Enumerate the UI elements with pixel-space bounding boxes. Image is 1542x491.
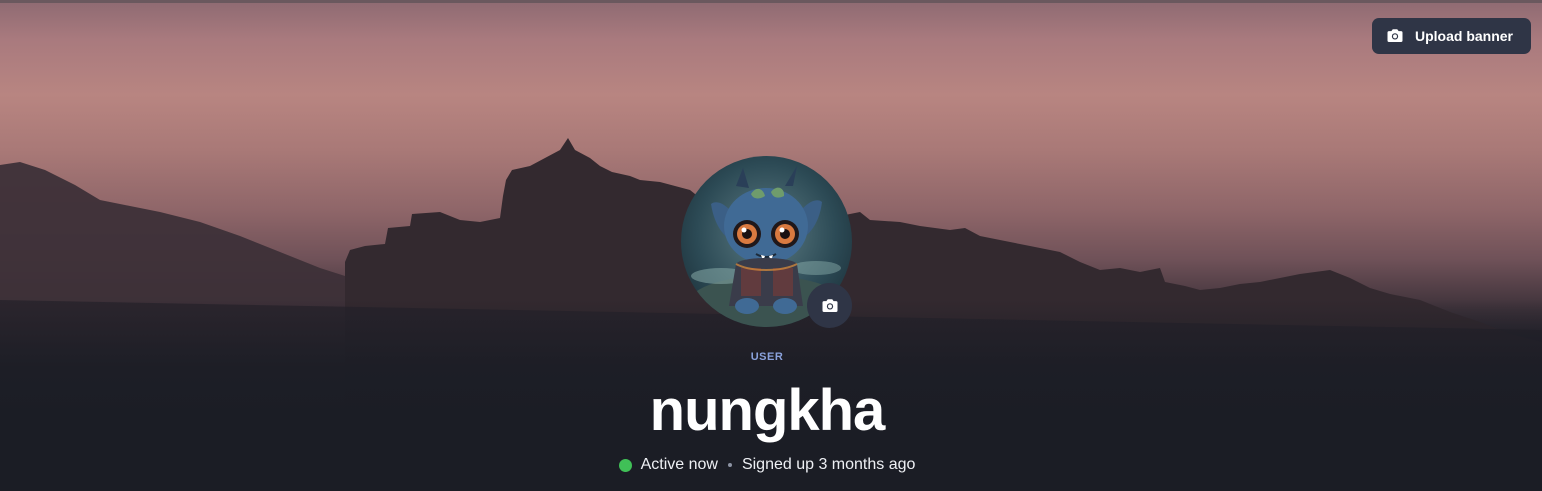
separator-dot: [727, 463, 732, 467]
camera-icon: [1386, 27, 1404, 45]
role-label: USER: [750, 351, 784, 363]
signup-date: Signed up 3 months ago: [741, 456, 916, 473]
username-heading: nungkha: [649, 378, 886, 443]
status-row: Active now Signed up 3 months ago: [0, 456, 1534, 474]
avatar-container: [681, 156, 852, 328]
change-avatar-button[interactable]: [807, 283, 852, 328]
activity-status: Active now: [640, 456, 718, 473]
online-status-indicator: [618, 458, 632, 472]
upload-banner-label: Upload banner: [1415, 28, 1514, 44]
profile-banner: Upload banner USER nungkha Active now Si…: [0, 0, 1542, 491]
upload-banner-button[interactable]: Upload banner: [1372, 18, 1531, 54]
camera-icon: [821, 297, 839, 315]
